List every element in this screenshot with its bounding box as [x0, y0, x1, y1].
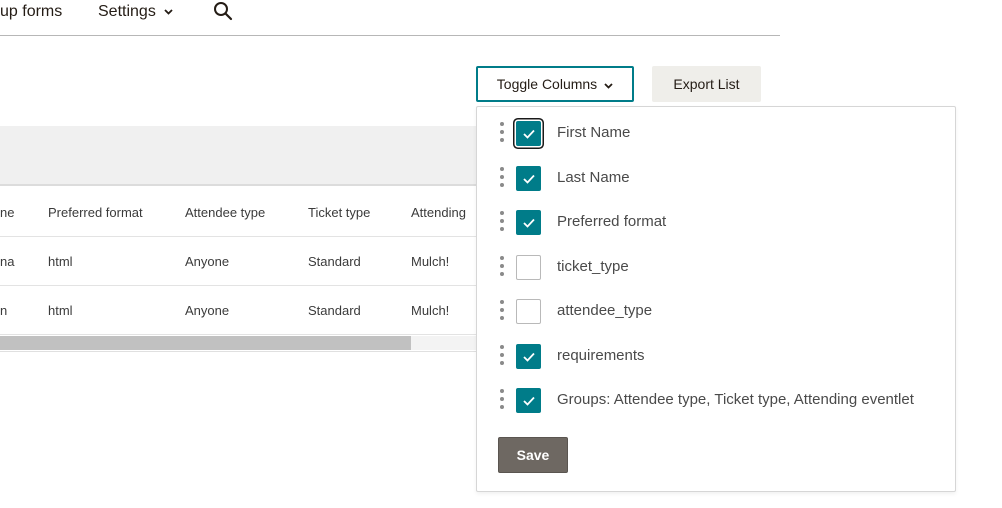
chevron-down-icon: [164, 9, 173, 15]
export-list-button[interactable]: Export List: [652, 66, 761, 102]
attendee-table: ne Preferred format Attendee type Ticket…: [0, 126, 480, 352]
column-checkbox[interactable]: [516, 299, 541, 324]
column-header[interactable]: Preferred format: [48, 205, 143, 221]
column-option: requirements: [477, 341, 955, 371]
table-toolbar: [0, 126, 480, 186]
drag-handle-icon[interactable]: [500, 121, 504, 143]
column-option: Last Name: [477, 163, 955, 193]
table-row: na html Anyone Standard Mulch!: [0, 237, 480, 286]
toggle-columns-label: Toggle Columns: [496, 76, 598, 92]
column-checkbox[interactable]: [516, 388, 541, 413]
table-cell: n: [0, 303, 8, 318]
column-option: ticket_type: [477, 252, 955, 282]
toggle-columns-button[interactable]: Toggle Columns: [476, 66, 634, 102]
column-option: Groups: Attendee type, Ticket type, Atte…: [477, 385, 955, 415]
nav-settings-label: Settings: [98, 3, 156, 20]
column-option-label: Last Name: [557, 169, 630, 186]
drag-handle-icon[interactable]: [500, 388, 504, 410]
table-cell: na: [0, 254, 15, 269]
column-checkbox[interactable]: [516, 166, 541, 191]
table-cell: html: [48, 303, 73, 318]
table-cell: Mulch!: [411, 254, 450, 269]
column-option-label: ticket_type: [557, 258, 629, 275]
drag-handle-icon[interactable]: [500, 166, 504, 188]
table-cell: Anyone: [185, 254, 230, 269]
drag-handle-icon[interactable]: [500, 210, 504, 232]
column-option: First Name: [477, 118, 955, 148]
column-checkbox[interactable]: [516, 121, 541, 146]
column-header[interactable]: Attending: [411, 205, 466, 221]
column-checkbox[interactable]: [516, 344, 541, 369]
drag-handle-icon[interactable]: [500, 344, 504, 366]
nav-item-settings[interactable]: Settings: [98, 2, 173, 22]
column-option: attendee_type: [477, 296, 955, 326]
column-checkbox[interactable]: [516, 210, 541, 235]
horizontal-scrollbar-thumb[interactable]: [0, 336, 411, 350]
column-option: Preferred format: [477, 207, 955, 237]
table-cell: html: [48, 254, 73, 269]
chevron-down-icon: [604, 76, 613, 92]
drag-handle-icon[interactable]: [500, 255, 504, 277]
table-cell: Standard: [308, 254, 361, 269]
drag-handle-icon[interactable]: [500, 299, 504, 321]
column-option-label: Groups: Attendee type, Ticket type, Atte…: [557, 391, 914, 408]
table-cell: Mulch!: [411, 303, 450, 318]
column-header[interactable]: ne: [0, 205, 14, 221]
table-header-row: ne Preferred format Attendee type Ticket…: [0, 188, 480, 237]
column-header[interactable]: Attendee type: [185, 205, 265, 221]
column-checkbox[interactable]: [516, 255, 541, 280]
column-option-label: requirements: [557, 347, 645, 364]
table-cell: Anyone: [185, 303, 230, 318]
column-option-label: First Name: [557, 124, 631, 141]
search-icon[interactable]: [213, 1, 233, 21]
column-option-label: Preferred format: [557, 213, 667, 230]
table-cell: Standard: [308, 303, 361, 318]
column-option-label: attendee_type: [557, 302, 653, 319]
column-toggle-menu: First Name Last Name Preferred format ti…: [476, 106, 956, 492]
nav-item-forms[interactable]: up forms: [0, 2, 62, 22]
save-button[interactable]: Save: [498, 437, 568, 473]
table-row: n html Anyone Standard Mulch!: [0, 286, 480, 335]
top-nav: up forms Settings: [0, 0, 780, 36]
column-header[interactable]: Ticket type: [308, 205, 370, 221]
